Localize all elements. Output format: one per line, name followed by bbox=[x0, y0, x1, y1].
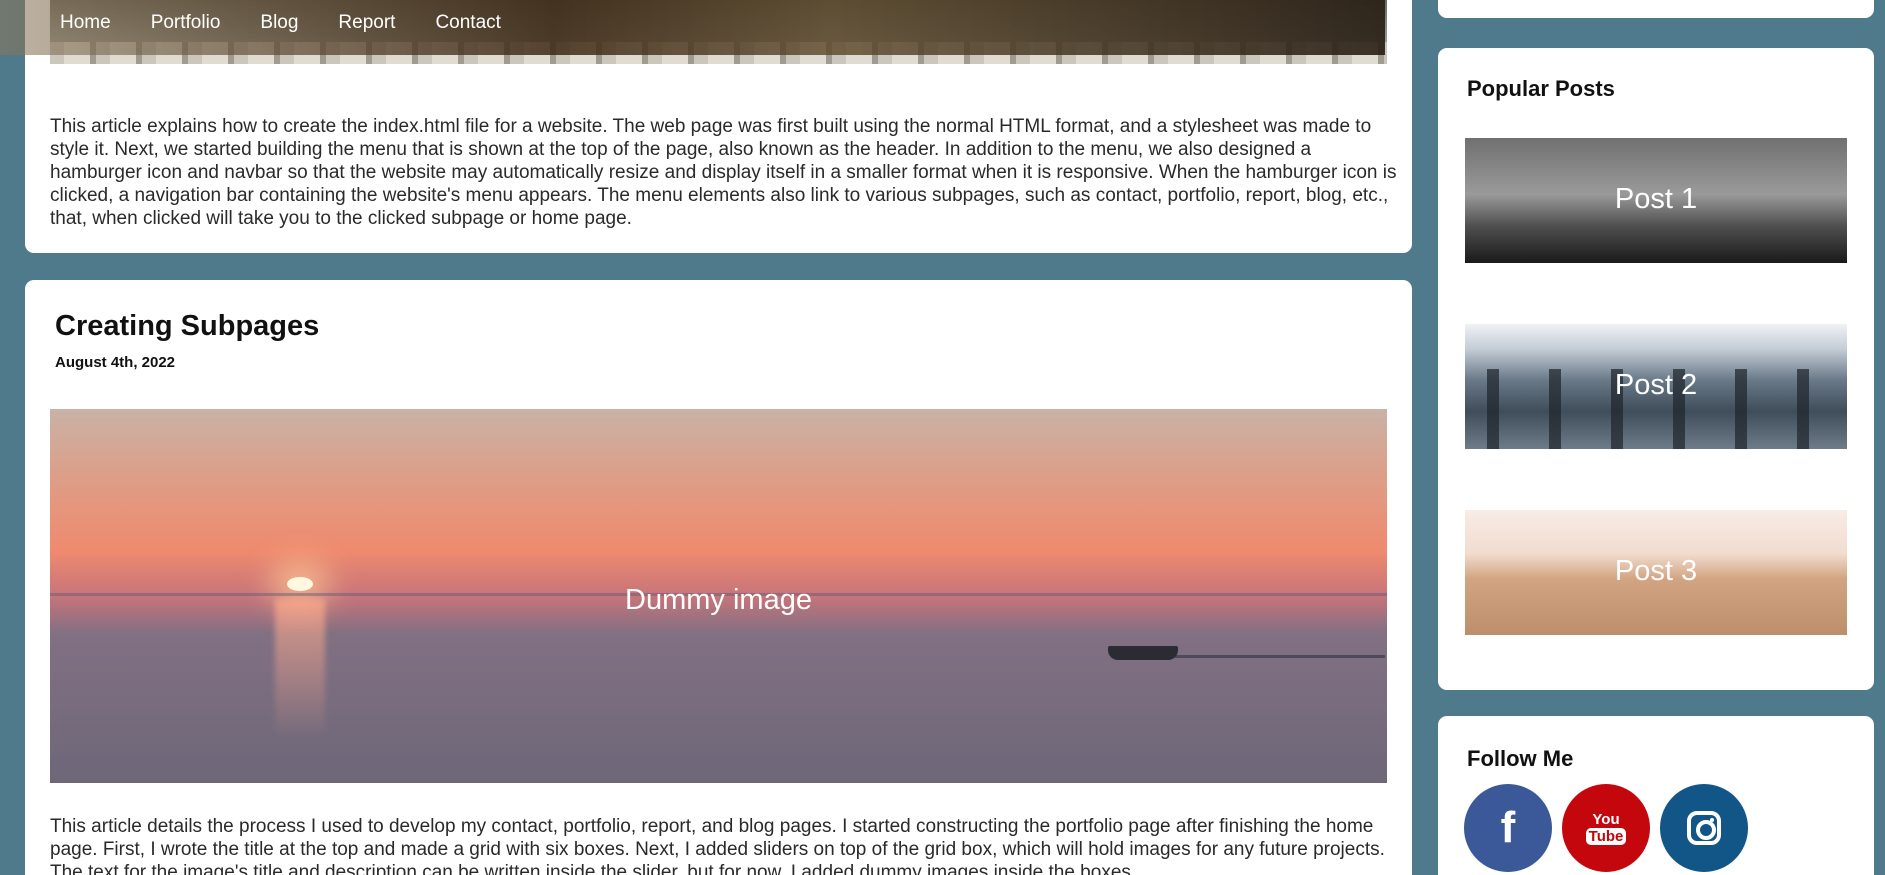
nav-portfolio-link[interactable]: Portfolio bbox=[151, 12, 221, 34]
post-date: August 4th, 2022 bbox=[55, 354, 176, 371]
nav-report-link[interactable]: Report bbox=[338, 12, 395, 34]
nav-home-link[interactable]: Home bbox=[60, 12, 111, 34]
boat-graphic bbox=[1108, 646, 1178, 660]
sun-reflection-graphic bbox=[275, 599, 325, 739]
post-image-label: Dummy image bbox=[625, 584, 812, 616]
youtube-icon-you: You bbox=[1592, 810, 1620, 828]
instagram-button[interactable] bbox=[1660, 784, 1748, 872]
facebook-button[interactable]: f bbox=[1464, 784, 1552, 872]
popular-posts-heading: Popular Posts bbox=[1467, 76, 1615, 101]
popular-post-1[interactable]: Post 1 bbox=[1465, 138, 1847, 263]
post-title[interactable]: Creating Subpages bbox=[55, 310, 319, 343]
popular-post-2[interactable]: Post 2 bbox=[1465, 324, 1847, 449]
popular-post-3[interactable]: Post 3 bbox=[1465, 510, 1847, 635]
nav-blog-link[interactable]: Blog bbox=[260, 12, 298, 34]
youtube-icon-tube: Tube bbox=[1585, 827, 1627, 845]
sidebar-card bbox=[1438, 0, 1874, 18]
youtube-icon: You Tube bbox=[1585, 810, 1627, 845]
nav-links: Home Portfolio Blog Report Contact bbox=[60, 12, 541, 34]
popular-post-label: Post 1 bbox=[1614, 183, 1698, 215]
boat-wake-graphic bbox=[1175, 655, 1385, 658]
post-image: Dummy image bbox=[50, 409, 1387, 783]
nav-contact-link[interactable]: Contact bbox=[435, 12, 500, 34]
popular-post-label: Post 2 bbox=[1614, 369, 1698, 401]
post-card: Creating Subpages August 4th, 2022 Dummy… bbox=[25, 280, 1412, 875]
post-body: This article details the process I used … bbox=[50, 816, 1385, 875]
top-nav: Home Portfolio Blog Report Contact bbox=[0, 0, 1385, 55]
follow-me-card: Follow Me f You Tube bbox=[1438, 716, 1874, 875]
instagram-icon bbox=[1687, 811, 1721, 845]
facebook-icon: f bbox=[1500, 803, 1516, 852]
youtube-button[interactable]: You Tube bbox=[1562, 784, 1650, 872]
post-body: This article explains how to create the … bbox=[50, 116, 1397, 229]
follow-me-heading: Follow Me bbox=[1467, 746, 1574, 771]
popular-posts-card: Popular Posts Post 1 Post 2 Post 3 bbox=[1438, 48, 1874, 690]
blog-page: This article explains how to create the … bbox=[0, 0, 1885, 875]
popular-post-label: Post 3 bbox=[1614, 555, 1698, 587]
